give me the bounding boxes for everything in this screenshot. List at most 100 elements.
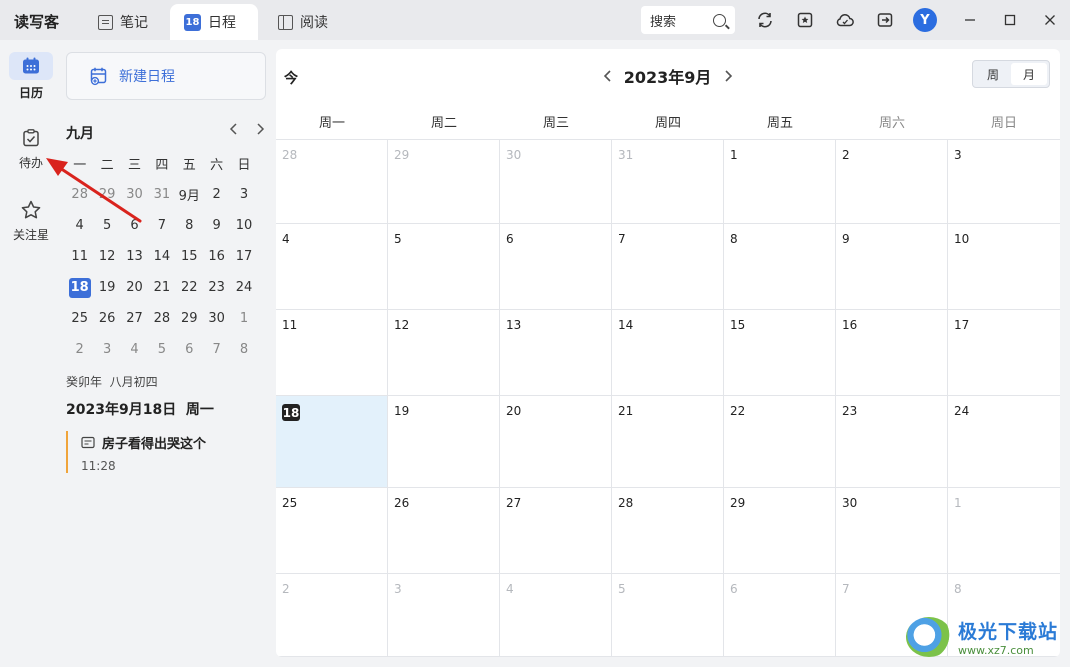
mini-day-today[interactable]: 18 — [66, 272, 93, 303]
tab-read[interactable]: 阅读 — [264, 4, 348, 40]
day-cell[interactable]: 2 — [836, 140, 948, 224]
mini-day[interactable]: 30 — [203, 303, 230, 334]
mini-next-icon[interactable] — [254, 122, 266, 140]
mini-day[interactable]: 19 — [93, 272, 120, 303]
mini-day[interactable]: 8 — [176, 210, 203, 241]
minimize-icon[interactable] — [960, 10, 980, 30]
event-title: 房子看得出哭这个 — [102, 437, 207, 452]
mini-day[interactable]: 23 — [203, 272, 230, 303]
mini-day[interactable]: 11 — [66, 241, 93, 272]
day-cell[interactable]: 28 — [276, 140, 388, 224]
avatar[interactable]: Y — [913, 8, 937, 32]
mini-day[interactable]: 28 — [148, 303, 175, 334]
day-cell[interactable]: 27 — [500, 488, 612, 574]
mini-day[interactable]: 29 — [176, 303, 203, 334]
view-month-button[interactable]: 月 — [1011, 63, 1047, 85]
weekday-label: 周五 — [766, 116, 793, 131]
mini-day[interactable]: 10 — [230, 210, 257, 241]
mini-day[interactable]: 26 — [93, 303, 120, 334]
mini-prev-icon[interactable] — [228, 122, 240, 140]
day-cell[interactable]: 4 — [500, 574, 612, 657]
mini-day[interactable]: 4 — [121, 334, 148, 365]
day-cell[interactable]: 23 — [836, 396, 948, 488]
mini-day[interactable]: 13 — [121, 241, 148, 272]
day-cell[interactable]: 30 — [836, 488, 948, 574]
day-cell[interactable]: 31 — [612, 140, 724, 224]
day-cell[interactable]: 1 — [724, 140, 836, 224]
mini-day[interactable]: 20 — [121, 272, 148, 303]
day-cell[interactable]: 29 — [388, 140, 500, 224]
export-icon[interactable] — [875, 10, 895, 30]
day-cell[interactable]: 5 — [612, 574, 724, 657]
search-box[interactable]: 搜索 — [641, 6, 735, 34]
day-cell[interactable]: 30 — [500, 140, 612, 224]
day-cell[interactable]: 21 — [612, 396, 724, 488]
mini-day[interactable]: 3 — [93, 334, 120, 365]
day-cell[interactable]: 24 — [948, 396, 1060, 488]
day-cell[interactable]: 28 — [612, 488, 724, 574]
cloud-icon[interactable] — [835, 10, 855, 30]
mini-day[interactable]: 7 — [203, 334, 230, 365]
mini-day[interactable]: 5 — [148, 334, 175, 365]
mini-day[interactable]: 7 — [148, 210, 175, 241]
day-cell[interactable]: 3 — [388, 574, 500, 657]
mini-day[interactable]: 3 — [230, 179, 257, 210]
day-cell[interactable]: 20 — [500, 396, 612, 488]
next-month-icon[interactable] — [723, 69, 733, 87]
day-cell[interactable]: 9 — [836, 224, 948, 310]
day-cell[interactable]: 25 — [276, 488, 388, 574]
day-cell[interactable]: 11 — [276, 310, 388, 396]
day-cell[interactable]: 8 — [724, 224, 836, 310]
mini-day[interactable]: 1 — [230, 303, 257, 334]
mini-day[interactable]: 25 — [66, 303, 93, 334]
prev-month-icon[interactable] — [603, 69, 618, 87]
day-cell[interactable]: 26 — [388, 488, 500, 574]
mini-day[interactable]: 6 — [176, 334, 203, 365]
day-cell[interactable]: 15 — [724, 310, 836, 396]
mini-day[interactable]: 14 — [148, 241, 175, 272]
mini-day[interactable]: 22 — [176, 272, 203, 303]
mini-day[interactable]: 8 — [230, 334, 257, 365]
mini-day[interactable]: 9月 — [176, 179, 203, 210]
mini-day[interactable]: 9 — [203, 210, 230, 241]
day-cell[interactable]: 6 — [724, 574, 836, 657]
event-item[interactable]: 房子看得出哭这个 11:28 — [66, 431, 256, 473]
maximize-icon[interactable] — [1000, 10, 1020, 30]
search-icon — [713, 13, 726, 27]
day-cell[interactable]: 7 — [612, 224, 724, 310]
tab-notes[interactable]: 笔记 — [84, 4, 166, 40]
day-cell[interactable]: 6 — [500, 224, 612, 310]
mini-day[interactable]: 21 — [148, 272, 175, 303]
day-cell[interactable]: 19 — [388, 396, 500, 488]
mini-day[interactable]: 17 — [230, 241, 257, 272]
day-cell[interactable]: 29 — [724, 488, 836, 574]
mini-day[interactable]: 2 — [203, 179, 230, 210]
star-note-icon[interactable] — [795, 10, 815, 30]
mini-day[interactable]: 2 — [66, 334, 93, 365]
day-cell[interactable]: 1 — [948, 488, 1060, 574]
day-cell[interactable]: 5 — [388, 224, 500, 310]
day-cell[interactable]: 17 — [948, 310, 1060, 396]
sync-icon[interactable] — [755, 10, 775, 30]
mini-day[interactable]: 24 — [230, 272, 257, 303]
close-icon[interactable] — [1040, 10, 1060, 30]
new-schedule-button[interactable]: 新建日程 — [66, 52, 266, 100]
view-week-button[interactable]: 周 — [975, 63, 1011, 85]
mini-day[interactable]: 31 — [148, 179, 175, 210]
day-cell[interactable]: 16 — [836, 310, 948, 396]
day-cell[interactable]: 13 — [500, 310, 612, 396]
rail-item-calendar[interactable]: 日历 — [8, 52, 54, 101]
mini-day[interactable]: 16 — [203, 241, 230, 272]
day-cell[interactable]: 2 — [276, 574, 388, 657]
day-cell[interactable]: 10 — [948, 224, 1060, 310]
day-cell[interactable]: 4 — [276, 224, 388, 310]
mini-day[interactable]: 27 — [121, 303, 148, 334]
mini-day[interactable]: 15 — [176, 241, 203, 272]
day-cell[interactable]: 12 — [388, 310, 500, 396]
tab-schedule[interactable]: 18 日程 — [170, 4, 258, 40]
day-cell[interactable]: 14 — [612, 310, 724, 396]
day-cell-today[interactable]: 18 — [276, 396, 388, 488]
mini-day[interactable]: 12 — [93, 241, 120, 272]
day-cell[interactable]: 22 — [724, 396, 836, 488]
day-cell[interactable]: 3 — [948, 140, 1060, 224]
